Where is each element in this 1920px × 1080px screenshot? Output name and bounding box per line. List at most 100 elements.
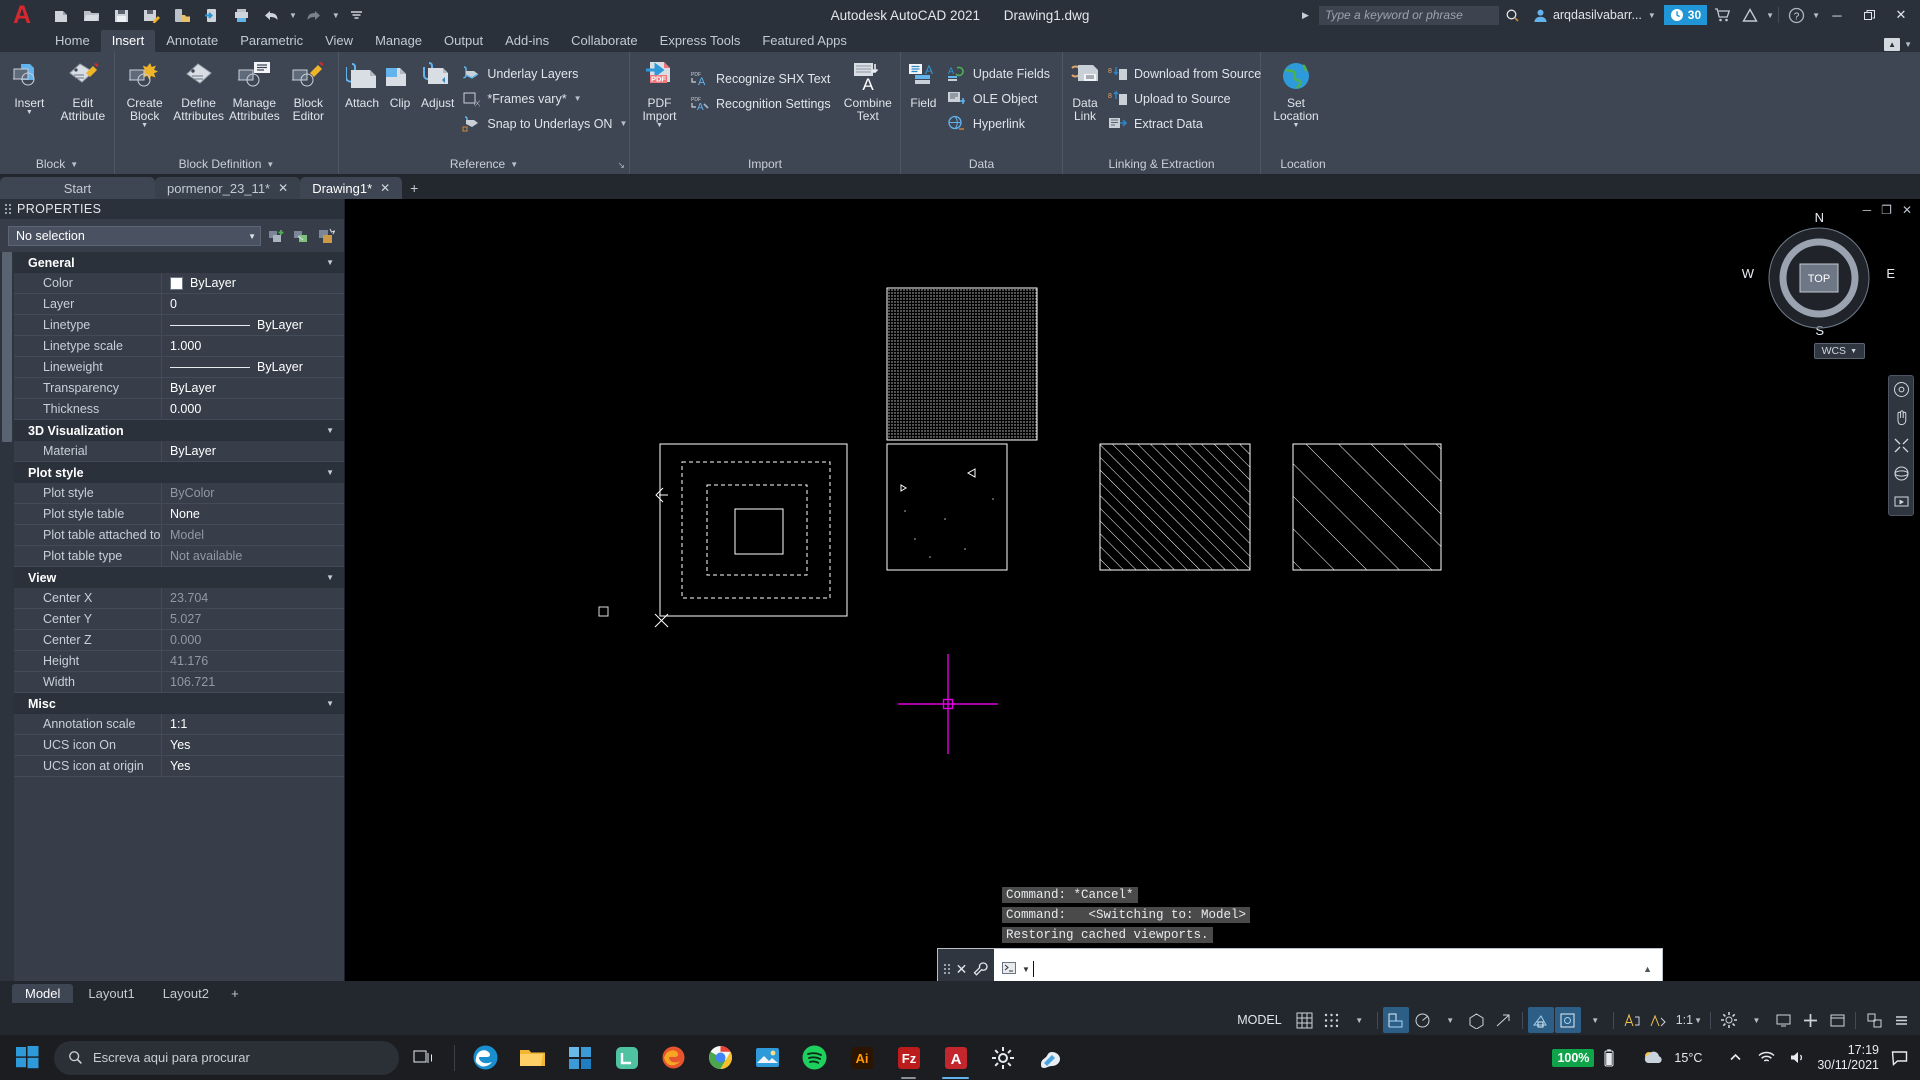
adjust-button[interactable]: Adjust [419,57,456,110]
save-to-web-icon[interactable] [168,2,194,28]
attach-button[interactable]: Attach [343,57,381,110]
set-location-button[interactable]: Set Location ▼ [1265,57,1327,129]
ribbon-collapse-dropdown-icon[interactable]: ▼ [1904,40,1912,49]
status-bar-menu-button[interactable] [1888,1007,1914,1033]
ribbon-tab-view[interactable]: View [314,30,364,52]
chevron-down-icon[interactable]: ▼ [1850,348,1857,355]
model-space-toggle[interactable]: MODEL [1228,1013,1290,1027]
network-icon[interactable] [1755,1047,1777,1069]
hardware-acceleration-toggle[interactable] [1770,1007,1796,1033]
annotation-scale-control[interactable]: 1:1 ▼ [1673,1007,1705,1033]
property-row-plot-table-attached-to[interactable]: Plot table attached to Model [14,525,344,546]
properties-scrollbar-thumb[interactable] [2,252,12,442]
file-tab-close-icon[interactable]: ✕ [278,181,288,195]
orbit-icon[interactable] [1891,465,1911,482]
hyperlink-button[interactable]: Hyperlink [945,111,1056,136]
task-view-button[interactable] [401,1035,446,1080]
data-link-button[interactable]: Data Link [1067,57,1103,123]
file-tab-start[interactable]: Start [0,177,155,199]
command-customize-icon[interactable] [973,961,988,977]
create-block-dropdown-icon[interactable]: ▼ [141,122,148,129]
taskbar-microsoft-store[interactable] [557,1035,602,1080]
autodesk-app-dropdown-icon[interactable]: ▼ [1766,11,1774,20]
recognition-settings-button[interactable]: PDF A Recognition Settings [688,91,837,116]
clean-screen-button[interactable] [1824,1007,1850,1033]
property-row-linetype-scale[interactable]: Linetype scale 1.000 [14,336,344,357]
taskbar-search-input[interactable]: Escreva aqui para procurar [54,1040,399,1075]
ribbon-tab-annotate[interactable]: Annotate [155,30,229,52]
chevron-down-icon[interactable]: ▼ [326,468,334,477]
snap-underlays-dropdown-icon[interactable]: ▼ [619,119,627,128]
property-row-center-y[interactable]: Center Y 5.027 [14,609,344,630]
ribbon-collapse-control[interactable]: ▲ ▼ [1884,38,1912,51]
tray-expand-icon[interactable] [1724,1047,1746,1069]
open-from-web-icon[interactable] [198,2,224,28]
ribbon-tab-insert[interactable]: Insert [100,30,156,52]
taskbar-edge[interactable] [463,1035,508,1080]
properties-group-general[interactable]: General ▼ [14,252,344,273]
layout-tab-layout1[interactable]: Layout1 [75,984,147,1003]
search-icon[interactable] [1501,3,1525,27]
drawing-close-button[interactable]: ✕ [1902,203,1912,217]
object-snap-dropdown[interactable]: ▼ [1582,1007,1608,1033]
plot-icon[interactable] [228,2,254,28]
panel-expand-icon[interactable]: ▼ [266,160,274,169]
trial-days-badge[interactable]: 30 [1663,5,1708,25]
grid-display-toggle[interactable] [1292,1007,1318,1033]
window-close-button[interactable]: ✕ [1886,0,1916,30]
property-value-linetype[interactable]: ByLayer [162,318,344,332]
command-expand-icon[interactable]: ▲ [1643,964,1662,974]
property-value-color[interactable]: ByLayer [162,276,344,290]
properties-group-3d-visualization[interactable]: 3D Visualization ▼ [14,420,344,441]
ole-object-button[interactable]: OLE Object [945,86,1056,111]
frames-vary-button[interactable]: (x) *Frames vary* ▼ [459,86,633,111]
property-row-center-x[interactable]: Center X 23.704 [14,588,344,609]
property-row-ucs-icon-at-origin[interactable]: UCS icon at origin Yes [14,756,344,777]
save-as-icon[interactable] [138,2,164,28]
property-row-plot-style[interactable]: Plot style ByColor [14,483,344,504]
property-row-thickness[interactable]: Thickness 0.000 [14,399,344,420]
quick-properties-button[interactable] [316,226,336,246]
taskbar-clock[interactable]: 17:19 30/11/2021 [1817,1043,1879,1073]
open-file-icon[interactable] [78,2,104,28]
new-file-tab-button[interactable]: + [402,177,426,199]
upload-to-source-button[interactable]: 8 Upload to Source [1106,86,1267,111]
chevron-down-icon[interactable]: ▼ [326,426,334,435]
command-history-dropdown-icon[interactable]: ▼ [1022,965,1030,974]
showmotion-icon[interactable] [1891,493,1911,510]
infocenter-search-input[interactable]: Type a keyword or phrase [1318,5,1499,25]
recognize-shx-text-button[interactable]: PDF A Recognize SHX Text [688,66,837,91]
taskbar-chrome[interactable] [698,1035,743,1080]
ucs-selector[interactable]: WCS ▼ [1813,343,1865,359]
zoom-extents-icon[interactable] [1891,437,1911,454]
reference-dialog-launcher-icon[interactable]: ↘ [617,160,625,171]
taskbar-firefox[interactable] [651,1035,696,1080]
pan-icon[interactable] [1891,409,1911,426]
property-row-transparency[interactable]: Transparency ByLayer [14,378,344,399]
snap-mode-toggle[interactable] [1319,1007,1345,1033]
clip-button[interactable]: Clip [382,57,418,110]
command-input[interactable]: ▼ [994,961,1643,977]
redo-icon[interactable] [301,2,327,28]
file-tab-drawing1[interactable]: Drawing1* ✕ [300,177,403,199]
property-row-width[interactable]: Width 106.721 [14,672,344,693]
polar-tracking-toggle[interactable] [1410,1007,1436,1033]
cart-icon[interactable] [1709,2,1735,28]
drawing-restore-button[interactable]: ❐ [1881,203,1892,217]
snap-mode-dropdown[interactable]: ▼ [1346,1007,1372,1033]
window-restore-button[interactable] [1854,0,1884,30]
steering-wheel-icon[interactable] [1891,381,1911,398]
qat-customize-icon[interactable] [344,2,370,28]
command-grip-icon[interactable] [943,964,950,974]
properties-group-view[interactable]: View ▼ [14,567,344,588]
search-expand-icon[interactable]: ▶ [1302,10,1309,21]
property-row-ucs-icon-on[interactable]: UCS icon On Yes [14,735,344,756]
panel-title-location[interactable]: Location [1261,154,1345,174]
property-row-plot-table-type[interactable]: Plot table type Not available [14,546,344,567]
edit-attribute-button[interactable]: Edit Attribute [56,57,110,123]
ortho-mode-toggle[interactable] [1382,1007,1409,1033]
file-tab-close-icon[interactable]: ✕ [380,181,390,195]
property-row-layer[interactable]: Layer 0 [14,294,344,315]
autoscale-toggle[interactable] [1646,1007,1672,1033]
drawing-minimize-button[interactable]: ─ [1863,203,1872,217]
